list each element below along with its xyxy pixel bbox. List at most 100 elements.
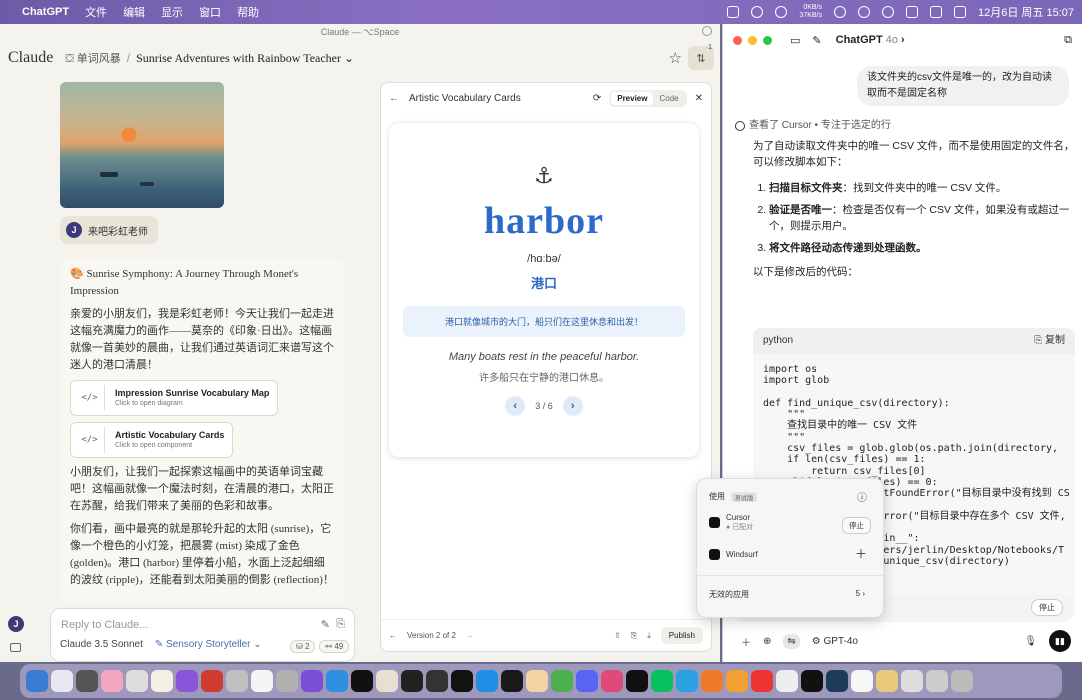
menu-window[interactable]: 窗口 <box>199 4 221 20</box>
avatar[interactable]: J <box>8 616 24 632</box>
app-icon[interactable] <box>326 670 348 692</box>
play-icon[interactable] <box>834 6 846 18</box>
wifi-icon[interactable] <box>882 6 894 18</box>
minimize-window-button[interactable] <box>748 35 757 45</box>
tool-icon[interactable]: ✎ <box>321 618 330 631</box>
github-icon[interactable] <box>401 670 423 692</box>
globe-icon[interactable]: ⊕ <box>763 636 771 647</box>
app-icon[interactable] <box>901 670 923 692</box>
artifact-card-vocab-map[interactable]: </> Impression Sunrise Vocabulary Map Cli… <box>70 380 279 416</box>
stop-button[interactable]: 停止 <box>1031 599 1063 616</box>
invalid-apps-count[interactable]: 5 › <box>856 589 865 598</box>
status-icon[interactable] <box>775 6 788 18</box>
app-menu[interactable]: ChatGPT <box>22 6 69 18</box>
moon-icon[interactable] <box>858 6 870 18</box>
menu-file[interactable]: 文件 <box>85 4 107 20</box>
zoom-window-button[interactable] <box>763 35 772 45</box>
app-icon[interactable] <box>226 670 248 692</box>
finder-icon[interactable] <box>26 670 48 692</box>
vscode-icon[interactable] <box>476 670 498 692</box>
discord-icon[interactable] <box>576 670 598 692</box>
app-row-cursor[interactable]: Cursor ● 已配对 <box>709 513 753 532</box>
menu-help[interactable]: 帮助 <box>237 4 259 20</box>
app-icon[interactable] <box>776 670 798 692</box>
close-window-button[interactable] <box>733 35 742 45</box>
datetime[interactable]: 12月6日 周五 15:07 <box>978 4 1074 20</box>
status-icon[interactable] <box>727 6 740 18</box>
menu-view[interactable]: 显示 <box>161 4 183 20</box>
sidebar-icon[interactable]: ▭ <box>790 34 800 47</box>
settings-toggle-button[interactable]: ⇅ 1 <box>688 44 714 70</box>
publish-button[interactable]: Publish <box>660 627 703 644</box>
app-icon[interactable] <box>301 670 323 692</box>
mic-icon[interactable]: 🎙 <box>1024 636 1037 647</box>
app-icon[interactable] <box>126 670 148 692</box>
app-icon[interactable] <box>751 670 773 692</box>
cursor-dock-icon[interactable] <box>451 670 473 692</box>
system-settings-icon[interactable] <box>76 670 98 692</box>
app-icon[interactable] <box>276 670 298 692</box>
app-icon[interactable] <box>501 670 523 692</box>
model-selector[interactable]: ⚙ GPT-4o <box>812 636 858 647</box>
prev-version-icon[interactable]: ← <box>389 631 397 640</box>
pill-count[interactable]: ⚯ 49 <box>319 640 350 653</box>
app-icon[interactable] <box>676 670 698 692</box>
app-icon[interactable] <box>826 670 848 692</box>
input-method-icon[interactable] <box>930 6 942 18</box>
app-connect-icon[interactable]: ⇋ <box>783 633 800 649</box>
app-icon[interactable] <box>201 670 223 692</box>
back-arrow-icon[interactable]: ← <box>389 93 399 104</box>
close-icon[interactable]: ✕ <box>695 93 703 104</box>
app-icon[interactable] <box>926 670 948 692</box>
app-icon[interactable] <box>526 670 548 692</box>
invalid-apps-row[interactable]: 无效的应用 <box>709 589 749 600</box>
artifact-card-vocab-cards[interactable]: </> Artistic Vocabulary Cards Click to op… <box>70 422 234 458</box>
pill-count[interactable]: ⛁ 2 <box>290 640 316 653</box>
claude-logo[interactable]: Claude <box>8 49 53 67</box>
chatgpt-dock-icon[interactable] <box>801 670 823 692</box>
copy-icon[interactable]: ⎘ <box>631 631 637 641</box>
claude-dock-icon[interactable] <box>701 670 723 692</box>
stop-pairing-button[interactable]: 停止 <box>842 517 871 534</box>
app-icon[interactable] <box>726 670 748 692</box>
tab-preview[interactable]: Preview <box>611 91 654 105</box>
launchpad-icon[interactable] <box>51 670 73 692</box>
trash-icon[interactable] <box>951 670 973 692</box>
app-icon[interactable] <box>876 670 898 692</box>
clock-icon[interactable] <box>151 670 173 692</box>
conversation-title[interactable]: Sunrise Adventures with Rainbow Teacher … <box>136 51 354 66</box>
photos-icon[interactable] <box>101 670 123 692</box>
sidebar-toggle-icon[interactable] <box>10 643 21 652</box>
chrome-icon[interactable] <box>551 670 573 692</box>
project-breadcrumb[interactable]: ⛋ 单词风暴 <box>65 50 120 66</box>
status-icon[interactable] <box>751 6 764 18</box>
search-icon[interactable] <box>702 26 712 36</box>
prev-card-button[interactable]: ‹ <box>505 396 526 416</box>
control-center-icon[interactable] <box>954 6 966 18</box>
star-icon[interactable]: ☆ <box>669 49 682 67</box>
app-icon[interactable] <box>851 670 873 692</box>
wechat-icon[interactable] <box>906 6 918 18</box>
refresh-icon[interactable]: ⟳ <box>593 93 601 104</box>
new-window-icon[interactable]: ⧉ <box>1064 34 1072 47</box>
share-icon[interactable]: ⇪ <box>614 631 621 640</box>
app-icon[interactable] <box>251 670 273 692</box>
plus-icon[interactable]: ＋ <box>741 634 751 649</box>
app-row-windsurf[interactable]: Windsurf <box>709 549 758 560</box>
tab-code[interactable]: Code <box>653 92 684 105</box>
add-app-icon[interactable]: ＋ <box>855 545 867 562</box>
x-icon[interactable] <box>626 670 648 692</box>
attach-icon[interactable]: ⎘ <box>336 618 345 631</box>
next-card-button[interactable]: › <box>562 396 583 416</box>
download-icon[interactable]: ⤓ <box>647 631 651 641</box>
new-chat-icon[interactable]: ✎ <box>812 34 821 47</box>
model-title[interactable]: ChatGPT 4o › <box>836 34 905 46</box>
next-version-icon[interactable]: → <box>466 631 474 640</box>
monet-painting-image[interactable] <box>60 82 224 208</box>
copy-code-button[interactable]: ⎘ 复制 <box>1034 333 1065 349</box>
terminal-icon[interactable] <box>426 670 448 692</box>
model-selector[interactable]: Claude 3.5 Sonnet <box>60 639 143 650</box>
app-icon[interactable] <box>176 670 198 692</box>
app-icon[interactable] <box>351 670 373 692</box>
app-icon[interactable] <box>376 670 398 692</box>
